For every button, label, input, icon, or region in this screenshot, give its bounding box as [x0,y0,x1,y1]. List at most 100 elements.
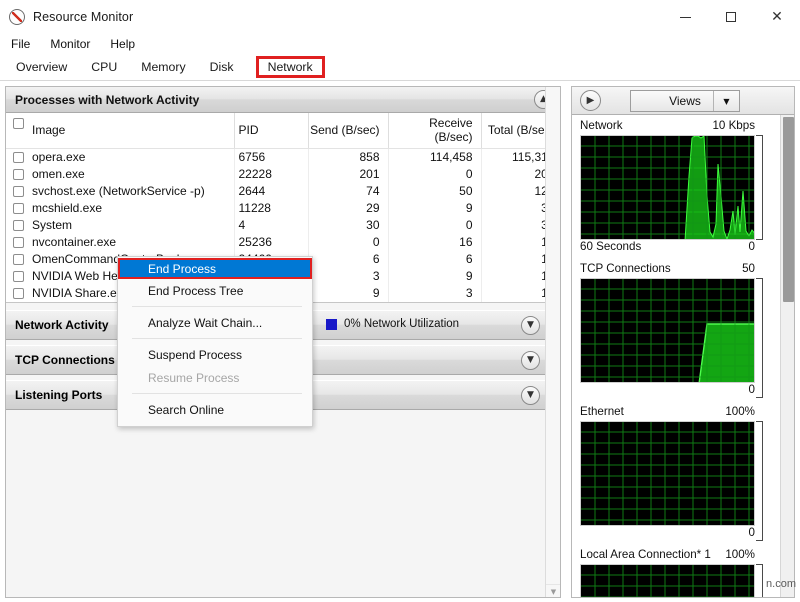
row-checkbox[interactable] [13,152,24,163]
cell-pid: 25236 [234,234,308,251]
cell-send: 30 [308,217,388,234]
cell-image[interactable]: nvcontainer.exe [6,234,234,251]
graph-tcp-footer: 0 [580,383,781,399]
column-header-pid[interactable]: PID [234,113,308,149]
context-menu-item-resume-process: Resume Process [118,366,312,389]
scrollbar-thumb[interactable] [783,117,794,302]
table-row[interactable]: omen.exe 22228 201 0 201 [6,166,561,183]
tab-memory[interactable]: Memory [133,57,193,77]
left-pane-scrollbar[interactable]: ▼ [545,87,560,598]
cell-receive: 9 [388,200,481,217]
cell-image-label: opera.exe [32,150,85,164]
tab-network[interactable]: Network [256,56,325,78]
window-controls: ✕ [662,0,800,34]
graph-lac-canvas [580,564,755,598]
scroll-down-arrow-icon[interactable]: ▼ [546,584,561,598]
row-checkbox[interactable] [13,271,24,282]
listening-ports-title: Listening Ports [15,388,102,402]
row-checkbox[interactable] [13,186,24,197]
graphs-pane-scrollbar[interactable] [780,115,794,598]
row-checkbox[interactable] [13,254,24,265]
table-row[interactable]: svchost.exe (NetworkService -p) 2644 74 … [6,183,561,200]
tab-disk[interactable]: Disk [202,57,242,77]
tab-overview[interactable]: Overview [8,57,75,77]
graph-tcp-connections: TCP Connections 50 [572,262,781,399]
cell-send: 0 [308,234,388,251]
column-header-receive[interactable]: Receive (B/sec) [388,113,481,149]
cell-image-label: omen.exe [32,167,85,181]
menu-help[interactable]: Help [108,36,137,52]
graph-network-title: Network [580,119,623,132]
maximize-button[interactable] [708,0,754,34]
table-header-row: Image PID Send (B/sec) Receive (B/sec) T… [6,113,561,149]
graph-tcp-min: 0 [749,383,755,396]
views-button[interactable]: Views ▼ [630,90,740,112]
chevron-down-icon[interactable]: ▼ [521,386,540,405]
cell-receive: 0 [388,166,481,183]
row-checkbox[interactable] [13,220,24,231]
tab-cpu[interactable]: CPU [83,57,125,77]
context-menu-item-suspend-process[interactable]: Suspend Process [118,343,312,366]
table-row[interactable]: mcshield.exe 11228 29 9 39 [6,200,561,217]
column-header-image[interactable]: Image [6,113,234,149]
cell-receive: 6 [388,251,481,268]
row-checkbox[interactable] [13,288,24,299]
menu-file[interactable]: File [9,36,32,52]
chevron-down-icon[interactable]: ▼ [521,316,540,335]
row-checkbox[interactable] [13,169,24,180]
cell-receive: 50 [388,183,481,200]
chevron-right-icon[interactable]: ▶ [580,90,601,111]
context-menu-item-analyze-wait-chain[interactable]: Analyze Wait Chain... [118,311,312,334]
context-menu-item-end-process[interactable]: End Process [118,258,312,279]
table-row[interactable]: opera.exe 6756 858 114,458 115,316 [6,149,561,166]
menu-monitor[interactable]: Monitor [48,36,92,52]
cell-receive: 3 [388,285,481,302]
cell-send: 9 [308,285,388,302]
views-label: Views [669,94,701,108]
select-all-checkbox[interactable] [13,118,24,129]
graph-network-bracket [756,135,763,240]
processes-section-header[interactable]: Processes with Network Activity ▲ [6,87,560,113]
cell-receive: 4 [388,302,481,304]
cell-image[interactable]: omen.exe [6,166,234,183]
close-button[interactable]: ✕ [754,0,800,34]
cell-image-label: NVIDIA Web Help [32,269,127,283]
graph-network-min: 0 [749,240,755,253]
minimize-button[interactable] [662,0,708,34]
graph-ethernet: Ethernet 100% [572,405,781,542]
row-checkbox[interactable] [13,203,24,214]
cell-receive: 114,458 [388,149,481,166]
graph-ethernet-max: 100% [725,405,755,418]
cell-receive: 16 [388,234,481,251]
column-header-send[interactable]: Send (B/sec) [308,113,388,149]
tcp-connections-title: TCP Connections [15,353,115,367]
cell-image[interactable]: svchost.exe (NetworkService -p) [6,183,234,200]
menu-bar: File Monitor Help [0,34,800,53]
cell-image[interactable]: opera.exe [6,149,234,166]
cell-pid: 4 [234,217,308,234]
chevron-down-icon[interactable]: ▼ [521,351,540,370]
row-checkbox[interactable] [13,237,24,248]
graph-network-timespan: 60 Seconds [580,240,641,253]
table-row[interactable]: nvcontainer.exe 25236 0 16 16 [6,234,561,251]
cell-send: 201 [308,166,388,183]
cell-pid: 2644 [234,183,308,200]
context-menu-item-end-process-tree[interactable]: End Process Tree [118,279,312,302]
graphs-list: Network 10 Kbps [572,115,781,598]
cell-image[interactable]: System [6,217,234,234]
title-bar: Resource Monitor ✕ [0,0,800,34]
column-label-image: Image [32,123,65,137]
context-menu-separator [132,306,302,307]
graph-ethernet-header: Ethernet 100% [580,405,781,421]
graph-network-header: Network 10 Kbps [580,119,781,135]
cell-image-label: mcshield.exe [32,201,102,215]
cell-image[interactable]: mcshield.exe [6,200,234,217]
context-menu-item-search-online[interactable]: Search Online [118,398,312,421]
graphs-pane: ▶ Views ▼ Network 10 Kbps [571,86,795,598]
graph-ethernet-min: 0 [749,526,755,539]
chevron-down-icon[interactable]: ▼ [713,91,739,111]
cell-send: 6 [308,251,388,268]
graph-ethernet-bracket [756,421,763,541]
cell-send: 3 [308,268,388,285]
table-row[interactable]: System 4 30 0 30 [6,217,561,234]
